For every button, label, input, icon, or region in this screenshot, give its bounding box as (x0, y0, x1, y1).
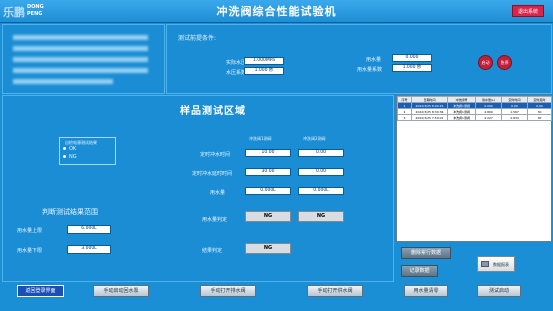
flow-coef-label: 用水量系数 (357, 67, 383, 73)
table-cell: 冲洗阀1测阀 (447, 114, 476, 121)
upper-label: 用水量上限 (17, 228, 43, 234)
blurred-line (13, 57, 148, 62)
ng-label: NG (69, 154, 77, 160)
manual-supply-valve-button[interactable]: 手动打开供水阀 (307, 285, 363, 297)
final-judge-value: NG (245, 243, 291, 254)
delay-v1[interactable]: 30.00 (245, 168, 291, 176)
delete-rows-button[interactable]: 删除累行数据 (401, 247, 451, 259)
manual-return-pump-button[interactable]: 手动启动回水泵 (93, 285, 149, 297)
blurred-line (13, 68, 148, 73)
final-judge-label: 结果判定 (202, 248, 223, 254)
water-coef-value[interactable]: 1.000 秒 (244, 67, 284, 75)
printer-icon (481, 261, 489, 267)
static-pressure-label: 实际水压 (226, 60, 247, 66)
blurred-line (13, 79, 113, 84)
clear-flow-button[interactable]: 用水量清零 (404, 285, 448, 297)
sample-zone-title: 样品测试区域 (180, 106, 246, 117)
flow-v2: 0.000L (298, 187, 344, 195)
flow-label: 用水量 (366, 57, 382, 63)
delay-label: 定时冲水延时时间 (192, 171, 233, 177)
report-label: 数据报表 (493, 262, 509, 267)
range-title: 判断测试结果范围 (42, 208, 98, 216)
stop-button[interactable]: 急停 (497, 55, 512, 70)
col1-header: 冲洗阀1测阀 (249, 136, 272, 141)
ng-radio[interactable] (63, 155, 66, 158)
precondition-title: 测试前提条件: (178, 35, 217, 42)
bottom-bar (2, 282, 550, 308)
flow-row-label: 用水量 (210, 190, 226, 196)
blurred-line (13, 35, 148, 40)
lower-value[interactable]: 3.000L (67, 245, 111, 254)
upper-value[interactable]: 6.000L (67, 225, 111, 234)
page-title: 冲洗阀综合性能试验机 (216, 5, 337, 18)
table-cell: 3 (397, 114, 412, 121)
delay-v2[interactable]: 0.00 (298, 168, 344, 176)
judge-group: 自检电源测试结果 OK NG (59, 137, 116, 165)
table-cell: 2.833 (501, 114, 528, 121)
flow-judge-v1: NG (245, 211, 291, 222)
data-table: 序号 日期时间 冲洗阀号 用水量(L) 定时时间 定时延时 1 2022/3/2… (397, 96, 552, 121)
table-cell: 4.227 (475, 114, 502, 121)
table-cell: 30 (527, 114, 552, 121)
timing-v2[interactable]: 0.00 (298, 149, 344, 157)
ok-label: OK (69, 146, 77, 152)
col2-header: 冲洗阀2测阀 (303, 136, 326, 141)
water-coef-label: 水压系数 (226, 70, 247, 76)
timing-v1[interactable]: 10.00 (245, 149, 291, 157)
record-data-button[interactable]: 记录数据 (401, 265, 438, 277)
manual-drain-valve-button[interactable]: 手动打开排水阀 (200, 285, 256, 297)
test-start-button[interactable]: 测试启动 (477, 285, 521, 297)
flow-judge-v2: NG (298, 211, 344, 222)
flow-coef-value[interactable]: 1.000 秒 (392, 64, 432, 72)
table-cell: 2022/3/25 7:50:01 (411, 114, 448, 121)
flow-judge-label: 用水量判定 (202, 217, 228, 223)
precondition-panel (166, 24, 552, 94)
table-row[interactable]: 3 2022/3/25 7:50:01 冲洗阀1测阀 4.227 2.833 3… (397, 114, 552, 121)
flow-value: 0.000 (392, 54, 432, 62)
ok-radio[interactable] (63, 147, 66, 150)
data-table-panel: 序号 日期时间 冲洗阀号 用水量(L) 定时时间 定时延时 1 2022/3/2… (396, 95, 552, 242)
info-panel (2, 24, 165, 94)
back-to-login-button[interactable]: 返回登录界面 (17, 285, 64, 297)
start-button[interactable]: 启动 (478, 55, 493, 70)
report-button[interactable]: 数据报表 (477, 256, 515, 272)
blurred-line (13, 46, 148, 51)
lower-label: 用水量下限 (17, 248, 43, 254)
timing-label: 定时冲水时间 (200, 152, 231, 158)
static-pressure-value: 1.000MPa (244, 57, 284, 65)
flow-v1: 0.000L (245, 187, 291, 195)
exit-button[interactable]: 退出系统 (512, 5, 544, 17)
